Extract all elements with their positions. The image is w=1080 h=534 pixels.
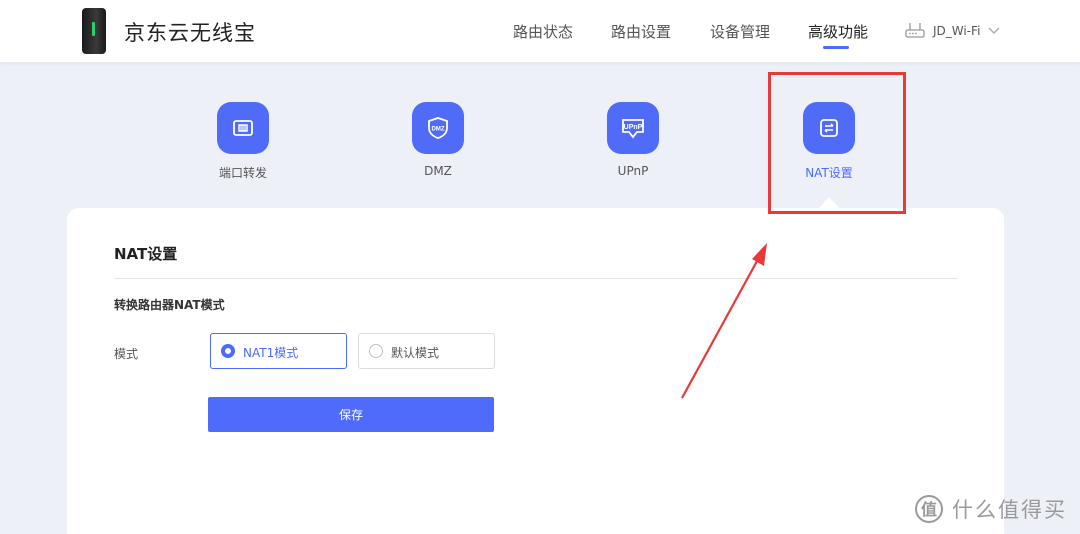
annotation-arrow <box>681 243 767 399</box>
section-title: 转换路由器NAT模式 <box>114 298 225 312</box>
radio-selected-icon <box>221 344 235 358</box>
mode-label: 模式 <box>114 347 139 361</box>
nav-device-management[interactable]: 设备管理 <box>710 21 770 42</box>
nav-advanced-features[interactable]: 高级功能 <box>808 21 868 42</box>
radio-label-default: 默认模式 <box>391 346 440 360</box>
radio-unselected-icon <box>369 344 383 358</box>
nat-settings-panel <box>67 208 1004 534</box>
router-device-logo <box>82 8 106 54</box>
tile-upnp[interactable]: UPnP UPnP <box>578 102 688 178</box>
tile-label-port-forwarding: 端口转发 <box>218 166 267 180</box>
wifi-selector-label[interactable]: JD_Wi-Fi <box>933 24 980 38</box>
tile-label-upnp: UPnP <box>617 164 649 178</box>
nav-active-indicator <box>823 46 849 49</box>
annotation-highlight-box <box>768 72 906 214</box>
svg-text:值: 值 <box>921 500 937 519</box>
radio-option-nat1[interactable]: NAT1模式 <box>210 333 347 369</box>
tile-port-forwarding[interactable]: 端口转发 <box>188 102 298 181</box>
port-forward-icon <box>217 102 269 154</box>
radio-option-default[interactable]: 默认模式 <box>358 333 495 369</box>
save-button[interactable]: 保存 <box>208 397 494 432</box>
upnp-icon: UPnP <box>607 102 659 154</box>
tile-label-dmz: DMZ <box>424 164 452 178</box>
chevron-down-icon[interactable] <box>988 25 1000 35</box>
nav-router-settings[interactable]: 路由设置 <box>611 21 671 42</box>
brand-name: 京东云无线宝 <box>124 21 256 45</box>
top-header: 京东云无线宝 路由状态 路由设置 设备管理 高级功能 JD_Wi-Fi <box>0 0 1080 62</box>
panel-title: NAT设置 <box>114 245 178 263</box>
tile-dmz[interactable]: DMZ DMZ <box>383 102 493 178</box>
nav-router-status[interactable]: 路由状态 <box>513 21 573 42</box>
svg-text:UPnP: UPnP <box>624 124 643 131</box>
router-icon <box>905 23 925 38</box>
panel-divider <box>114 278 958 279</box>
dmz-icon: DMZ <box>412 102 464 154</box>
radio-label-nat1: NAT1模式 <box>243 346 299 360</box>
svg-text:DMZ: DMZ <box>432 127 445 133</box>
watermark-text: 什么值得买 <box>952 498 1067 522</box>
